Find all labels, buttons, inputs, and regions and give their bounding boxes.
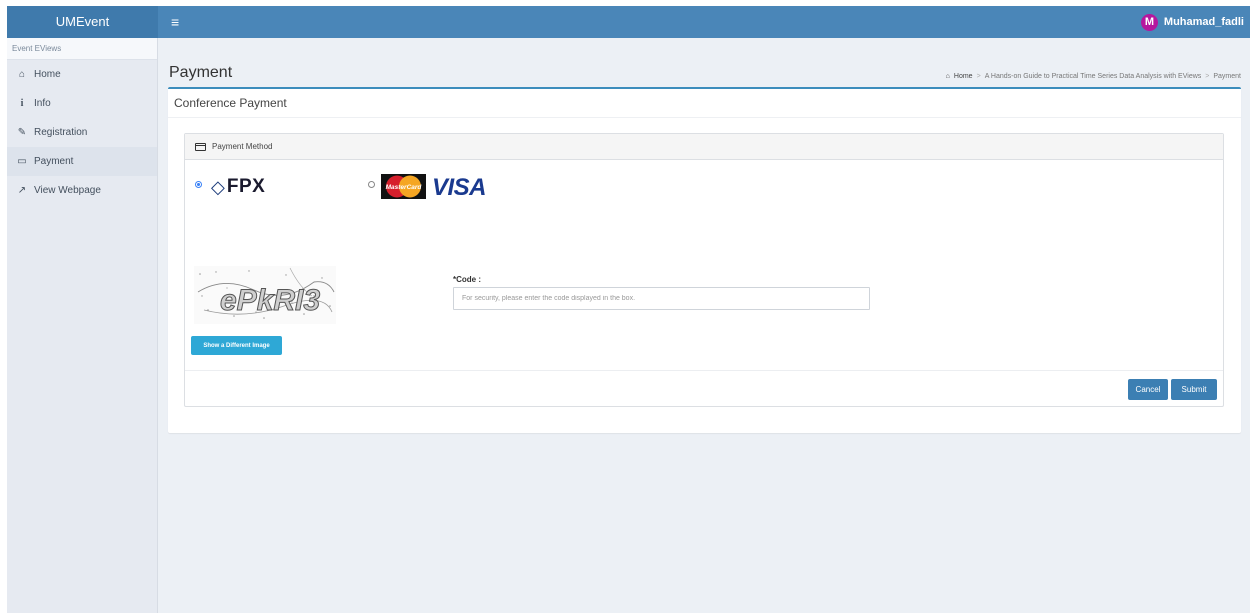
- box-title: Conference Payment: [168, 89, 1241, 118]
- conference-payment-box: Conference Payment Payment Method ◇ FPX …: [168, 87, 1241, 433]
- sidebar: Event EViews ⌂ Home i Info ✎ Registratio…: [7, 38, 158, 613]
- hamburger-menu-icon[interactable]: ≡: [171, 6, 179, 38]
- breadcrumb-separator: >: [976, 73, 981, 80]
- page-title: Payment: [169, 64, 233, 81]
- mastercard-logo-icon[interactable]: MasterCard: [381, 174, 426, 199]
- sidebar-item-info[interactable]: i Info: [7, 89, 157, 118]
- breadcrumb: ⌂ Home > A Hands-on Guide to Practical T…: [946, 73, 1241, 80]
- sidebar-item-home[interactable]: ⌂ Home: [7, 60, 157, 89]
- home-icon: ⌂: [18, 69, 26, 80]
- visa-logo[interactable]: VISA: [432, 174, 487, 202]
- fpx-mark-icon: ◇: [211, 176, 225, 197]
- breadcrumb-home[interactable]: Home: [954, 73, 973, 80]
- home-icon: ⌂: [945, 73, 950, 80]
- mastercard-text: MasterCard: [386, 184, 423, 191]
- payment-method-panel: Payment Method ◇ FPX MasterCard VISA ePk…: [184, 133, 1224, 407]
- submit-button[interactable]: Submit: [1171, 379, 1217, 400]
- breadcrumb-event[interactable]: A Hands-on Guide to Practical Time Serie…: [985, 73, 1202, 80]
- panel-heading-label: Payment Method: [212, 142, 273, 151]
- breadcrumb-current: Payment: [1213, 73, 1241, 80]
- avatar: M: [1140, 13, 1158, 31]
- app-frame: UMEvent ≡ M Muhamad_fadli Event EViews ⌂…: [7, 6, 1250, 613]
- edit-icon: ✎: [17, 127, 27, 138]
- cancel-button[interactable]: Cancel: [1128, 379, 1168, 400]
- sidebar-item-payment[interactable]: ▭ Payment: [7, 147, 157, 176]
- user-menu[interactable]: M Muhamad_fadli: [1140, 6, 1244, 38]
- sidebar-header: Event EViews: [7, 38, 157, 60]
- sidebar-item-registration[interactable]: ✎ Registration: [7, 118, 157, 147]
- sidebar-item-label: Payment: [34, 156, 74, 167]
- fpx-logo[interactable]: ◇ FPX: [211, 176, 265, 198]
- top-navbar: UMEvent ≡ M Muhamad_fadli: [7, 6, 1250, 38]
- panel-heading: Payment Method: [185, 134, 1223, 160]
- sidebar-item-label: View Webpage: [34, 185, 101, 196]
- sidebar-item-view-webpage[interactable]: ↗ View Webpage: [7, 176, 157, 205]
- card-radio[interactable]: [368, 181, 375, 188]
- captcha-image: ePkRI3: [194, 266, 336, 324]
- fpx-radio[interactable]: [195, 181, 202, 188]
- show-different-image-button[interactable]: Show a Different Image: [191, 336, 282, 355]
- credit-card-icon: [195, 142, 206, 151]
- info-icon: i: [20, 98, 24, 109]
- panel-footer: Cancel Submit: [185, 370, 1223, 406]
- app-logo[interactable]: UMEvent: [7, 6, 158, 38]
- credit-card-icon: ▭: [17, 156, 27, 167]
- breadcrumb-separator: >: [1205, 73, 1210, 80]
- captcha-code-input[interactable]: [453, 287, 870, 310]
- user-name: Muhamad_fadli: [1163, 16, 1244, 28]
- sidebar-item-label: Home: [34, 69, 61, 80]
- sidebar-item-label: Registration: [34, 127, 88, 138]
- code-label: *Code :: [453, 275, 481, 284]
- sidebar-item-label: Info: [34, 98, 51, 109]
- fpx-label: FPX: [226, 176, 266, 197]
- captcha-text: ePkRI3: [220, 284, 320, 317]
- external-link-icon: ↗: [17, 185, 27, 196]
